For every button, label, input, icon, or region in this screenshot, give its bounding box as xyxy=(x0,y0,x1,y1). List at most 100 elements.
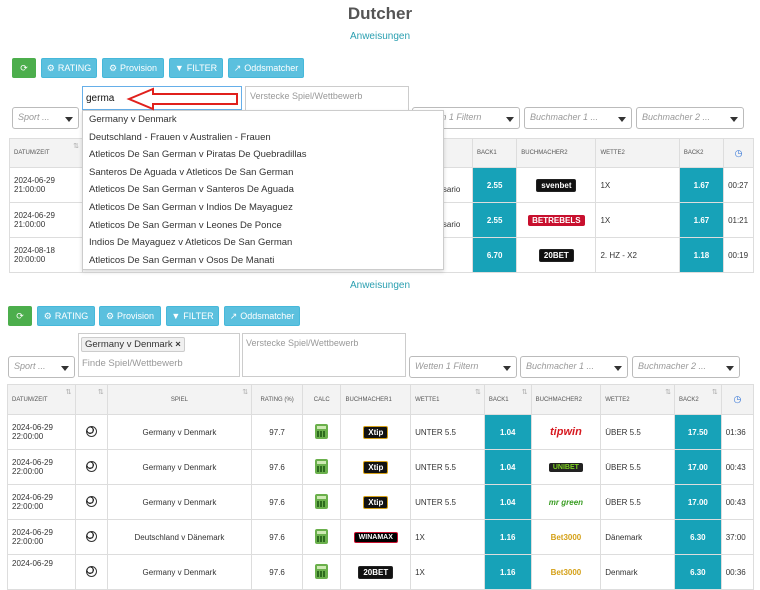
table-row[interactable]: 2024-06-29 22:00:00 Germany v Denmark 97.… xyxy=(7,449,755,485)
back2-value[interactable]: 17.00 xyxy=(673,484,722,520)
spiel[interactable]: Germany v Denmark xyxy=(106,414,253,450)
bookmaker-logo[interactable]: Xtip xyxy=(340,449,412,485)
filter-button[interactable]: ▼ FILTER xyxy=(166,306,219,326)
col-clock[interactable]: ◷ xyxy=(720,384,755,415)
calculator-icon[interactable] xyxy=(315,423,329,439)
calculator-icon[interactable] xyxy=(315,493,329,509)
oddsmatcher-button[interactable]: ↗ Oddsmatcher xyxy=(228,58,304,78)
col-wette2[interactable]: WETTE2 ⇅ xyxy=(600,384,675,415)
col-datum[interactable]: DATUM/ZEIT ⇅ xyxy=(7,384,76,415)
bookmaker-logo[interactable]: UNIBET xyxy=(530,449,602,485)
table-row[interactable]: 2024-06-29 22:00:00 Germany v Denmark 97.… xyxy=(7,484,755,520)
col-calc[interactable]: CALC xyxy=(302,384,342,415)
refresh-button[interactable]: ⟳ xyxy=(12,58,36,78)
bookmaker-logo[interactable]: 20BET xyxy=(516,237,597,273)
col-wette2[interactable]: WETTE2 xyxy=(595,138,680,168)
col-back2[interactable]: BACK2 xyxy=(678,138,725,168)
calculator-icon[interactable] xyxy=(315,458,329,474)
tag-remove-icon[interactable]: × xyxy=(175,339,181,350)
back2-value[interactable]: 1.67 xyxy=(678,202,725,238)
col-sport[interactable]: ⇅ xyxy=(74,384,108,415)
oddsmatcher-button[interactable]: ↗ Oddsmatcher xyxy=(224,306,300,326)
bookmaker-logo[interactable]: BETREBELS xyxy=(516,202,597,238)
calc-cell[interactable] xyxy=(302,414,342,450)
spiel[interactable]: Deutschland v Dänemark xyxy=(106,519,253,555)
bookmaker-logo[interactable]: 20BET xyxy=(340,554,412,590)
col-spiel[interactable]: SPIEL ⇅ xyxy=(106,384,253,415)
spiel[interactable]: Germany v Denmark xyxy=(106,449,253,485)
col-buchmacher1[interactable]: BUCHMACHER1 xyxy=(340,384,412,415)
provision-button[interactable]: ⚙ Provision xyxy=(102,58,164,78)
bookmaker-logo[interactable]: WINAMAX xyxy=(340,519,412,555)
bookmaker-logo[interactable]: svenbet xyxy=(516,167,597,203)
col-back2[interactable]: BACK2 ⇅ xyxy=(673,384,722,415)
bookmaker-logo[interactable]: Xtip xyxy=(340,414,412,450)
col-wette1[interactable]: WETTE1 ⇅ xyxy=(410,384,485,415)
wetten1-select[interactable]: Wetten 1 Filtern xyxy=(409,356,517,378)
back2-value[interactable]: 1.18 xyxy=(678,237,725,273)
table-row[interactable]: 2024-06-29 22:00:00 Deutschland v Dänemar… xyxy=(7,519,755,555)
dropdown-item[interactable]: Deutschland - Frauen v Australien - Frau… xyxy=(83,129,443,147)
back1-value[interactable]: 2.55 xyxy=(472,202,518,238)
sport-select[interactable]: Sport ... xyxy=(8,356,75,378)
back1-value[interactable]: 1.16 xyxy=(483,519,532,555)
wette2-value: 2. HZ - X2 xyxy=(595,237,680,273)
table-row[interactable]: 2024-06-29 Germany v Denmark 97.6 20BET … xyxy=(7,554,755,590)
buchmacher1-select[interactable]: Buchmacher 1 ... xyxy=(520,356,628,378)
back2-value[interactable]: 6.30 xyxy=(673,554,722,590)
buchmacher2-select[interactable]: Buchmacher 2 ... xyxy=(632,356,740,378)
calc-cell[interactable] xyxy=(302,519,342,555)
back2-value[interactable]: 6.30 xyxy=(673,519,722,555)
col-back1[interactable]: BACK1 xyxy=(472,138,518,168)
col-back1[interactable]: BACK1 ⇅ xyxy=(483,384,532,415)
rating-button[interactable]: ⚙ RATING xyxy=(37,306,95,326)
back1-value[interactable]: 2.55 xyxy=(472,167,518,203)
dropdown-item[interactable]: Atleticos De San German v Osos De Manati xyxy=(83,252,443,269)
refresh-button[interactable]: ⟳ xyxy=(8,306,32,326)
hide-field[interactable]: Verstecke Spiel/Wettbewerb xyxy=(242,333,406,377)
calc-cell[interactable] xyxy=(302,554,342,590)
search-field[interactable]: Germany v Denmark × Finde Spiel/Wettbewe… xyxy=(78,333,240,377)
sport-select[interactable]: Sport ... xyxy=(12,107,79,129)
spiel[interactable]: Germany v Denmark xyxy=(106,554,253,590)
bookmaker-logo[interactable]: tipwin xyxy=(530,414,602,450)
instructions-link[interactable]: Anweisungen xyxy=(0,31,760,42)
back2-value[interactable]: 1.67 xyxy=(678,167,725,203)
search-input-value[interactable]: germa xyxy=(86,93,114,104)
dropdown-item[interactable]: Atleticos De San German v Piratas De Que… xyxy=(83,146,443,164)
back1-value[interactable]: 1.04 xyxy=(483,449,532,485)
provision-button[interactable]: ⚙ Provision xyxy=(99,306,161,326)
dropdown-item[interactable]: Indios De Mayaguez v Atleticos De San Ge… xyxy=(83,234,443,252)
back2-value[interactable]: 17.00 xyxy=(673,449,722,485)
bookmaker-logo[interactable]: Bet3000 xyxy=(530,554,602,590)
dropdown-item[interactable]: Atleticos De San German v Santeros De Ag… xyxy=(83,181,443,199)
col-buchmacher2[interactable]: BUCHMACHER2 xyxy=(516,138,597,168)
calc-cell[interactable] xyxy=(302,449,342,485)
bookmaker-logo[interactable]: mr green xyxy=(530,484,602,520)
back1-value[interactable]: 1.04 xyxy=(483,414,532,450)
bookmaker-logo[interactable]: Xtip xyxy=(340,484,412,520)
bookmaker-logo[interactable]: Bet3000 xyxy=(530,519,602,555)
back1-value[interactable]: 1.16 xyxy=(483,554,532,590)
dropdown-item[interactable]: Santeros De Aguada v Atleticos De San Ge… xyxy=(83,164,443,182)
dropdown-item[interactable]: Atleticos De San German v Leones De Ponc… xyxy=(83,217,443,235)
col-datum[interactable]: DATUM/ZEIT ⇅ xyxy=(8,138,84,168)
filter-button[interactable]: ▼ FILTER xyxy=(169,58,223,78)
buchmacher1-select[interactable]: Buchmacher 1 ... xyxy=(524,107,632,129)
instructions-link-2[interactable]: Anweisungen xyxy=(0,280,760,291)
col-clock[interactable]: ◷ xyxy=(723,138,754,168)
back2-value[interactable]: 17.50 xyxy=(673,414,722,450)
dropdown-item[interactable]: Atleticos De San German v Indios De Maya… xyxy=(83,199,443,217)
buchmacher2-select[interactable]: Buchmacher 2 ... xyxy=(636,107,744,129)
calculator-icon[interactable] xyxy=(315,563,329,579)
calc-cell[interactable] xyxy=(302,484,342,520)
rating-button[interactable]: ⚙ RATING xyxy=(41,58,97,78)
back1-value[interactable]: 6.70 xyxy=(472,237,518,273)
calculator-icon[interactable] xyxy=(315,528,329,544)
table-row[interactable]: 2024-06-29 22:00:00 Germany v Denmark 97.… xyxy=(7,414,755,450)
col-buchmacher2[interactable]: BUCHMACHER2 xyxy=(530,384,602,415)
spiel[interactable]: Germany v Denmark xyxy=(106,484,253,520)
back1-value[interactable]: 1.04 xyxy=(483,484,532,520)
dropdown-item[interactable]: Germany v Denmark xyxy=(83,111,443,129)
col-rating[interactable]: RATING (%) xyxy=(251,384,304,415)
